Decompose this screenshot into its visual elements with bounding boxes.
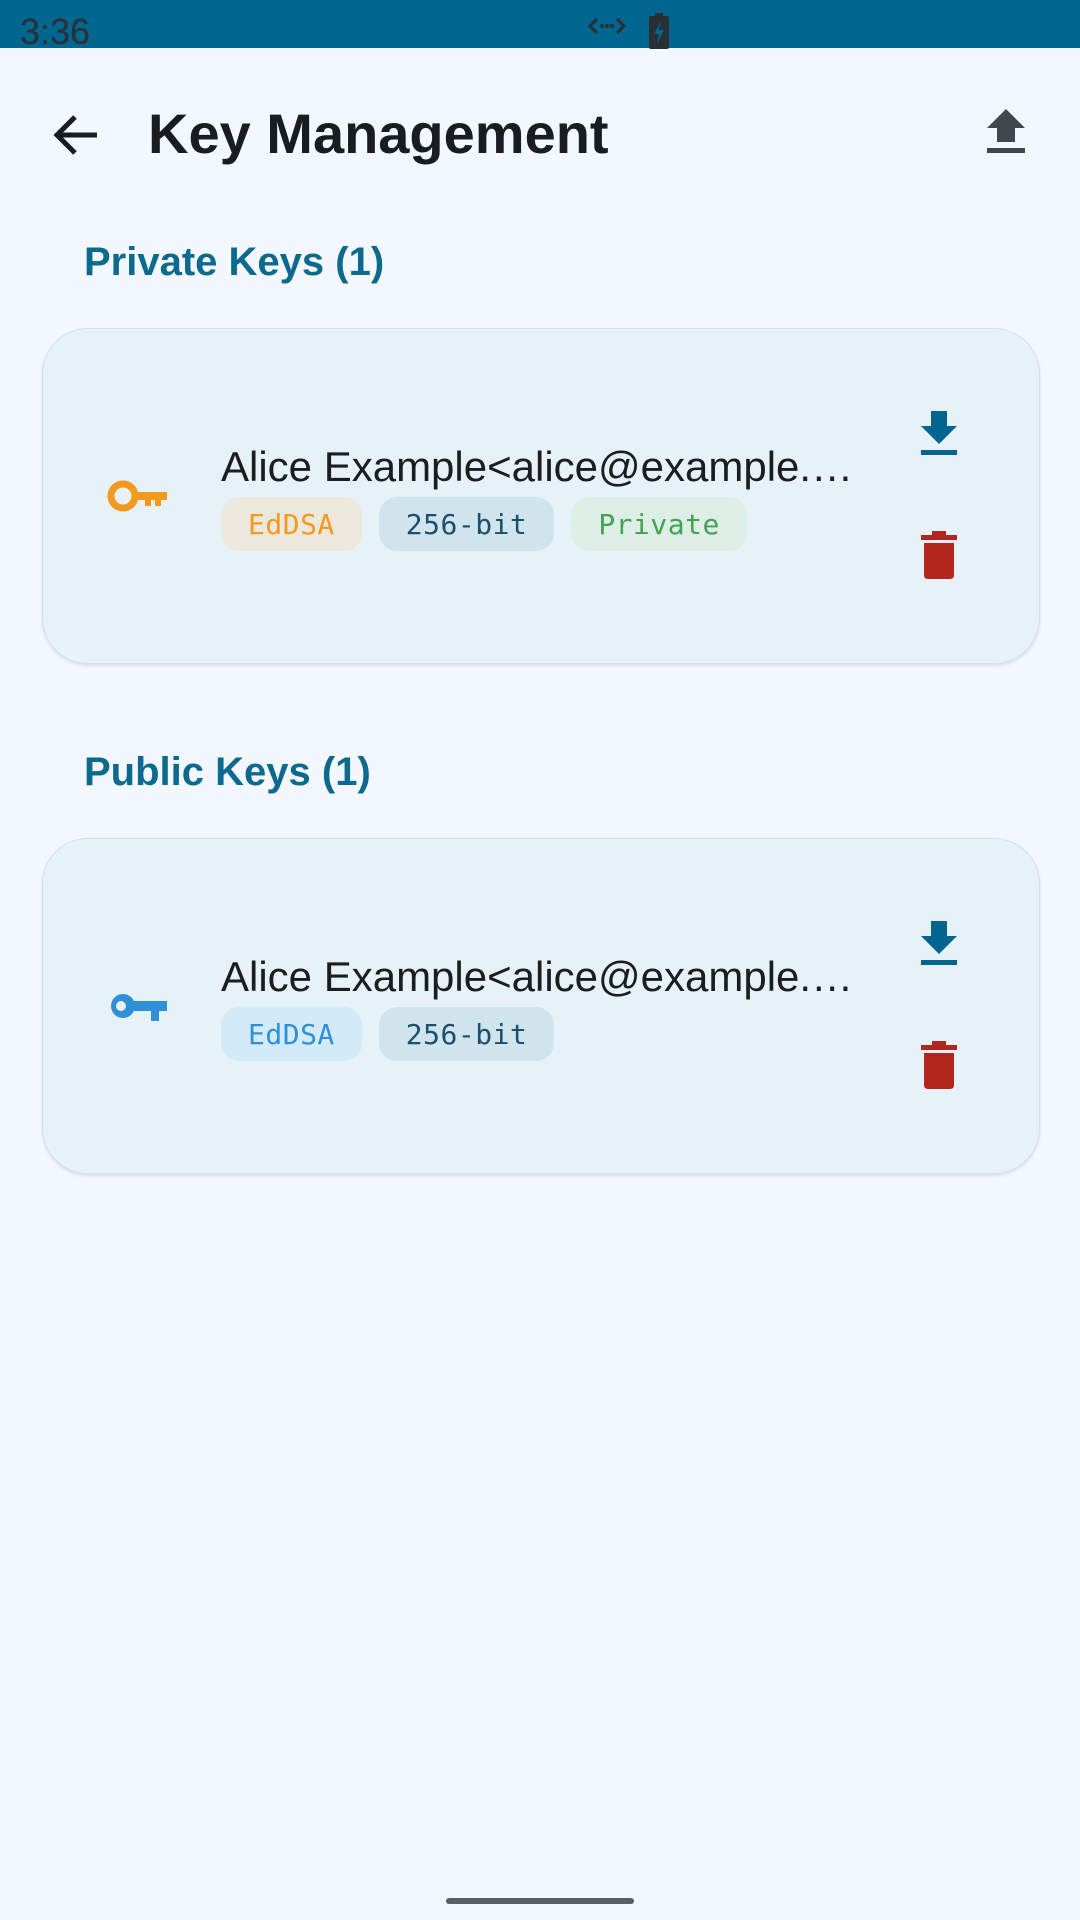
download-icon — [921, 411, 957, 455]
key-icon — [107, 479, 171, 518]
status-bar: 3:36 — [0, 0, 1080, 52]
trash-icon — [921, 531, 957, 579]
key-name: Alice Example<alice@example.… — [221, 443, 854, 490]
trash-icon — [921, 1041, 957, 1089]
key-card-public[interactable]: Alice Example<alice@example.… EdDSA 256-… — [42, 838, 1040, 1174]
download-icon — [921, 921, 957, 965]
delete-button[interactable] — [909, 1035, 969, 1095]
key-type-chip: Private — [571, 497, 747, 551]
status-time: 3:36 — [20, 11, 91, 52]
algorithm-chip: EdDSA — [221, 497, 362, 551]
back-button[interactable] — [44, 104, 106, 166]
download-button[interactable] — [909, 913, 969, 973]
key-card-private[interactable]: Alice Example<alice@example.… EdDSA 256-… — [42, 328, 1040, 664]
delete-button[interactable] — [909, 525, 969, 585]
home-indicator[interactable] — [446, 1898, 634, 1904]
section-title-private-keys: Private Keys (1) — [84, 240, 385, 284]
key-size-chip: 256-bit — [378, 1007, 555, 1061]
code-icon — [587, 16, 627, 41]
section-title-public-keys: Public Keys (1) — [84, 750, 371, 794]
key-size-chip: 256-bit — [378, 497, 555, 551]
key-icon — [107, 989, 171, 1028]
top-app-bar: Key Management — [0, 48, 1080, 216]
arrow-back-icon — [53, 115, 97, 155]
key-chips: EdDSA 256-bit — [221, 1007, 555, 1061]
upload-button[interactable] — [976, 102, 1036, 162]
download-button[interactable] — [909, 403, 969, 463]
key-name: Alice Example<alice@example.… — [221, 953, 854, 1000]
key-chips: EdDSA 256-bit Private — [221, 497, 747, 551]
page-title: Key Management — [148, 102, 609, 165]
upload-icon — [987, 109, 1025, 153]
algorithm-chip: EdDSA — [221, 1007, 362, 1061]
